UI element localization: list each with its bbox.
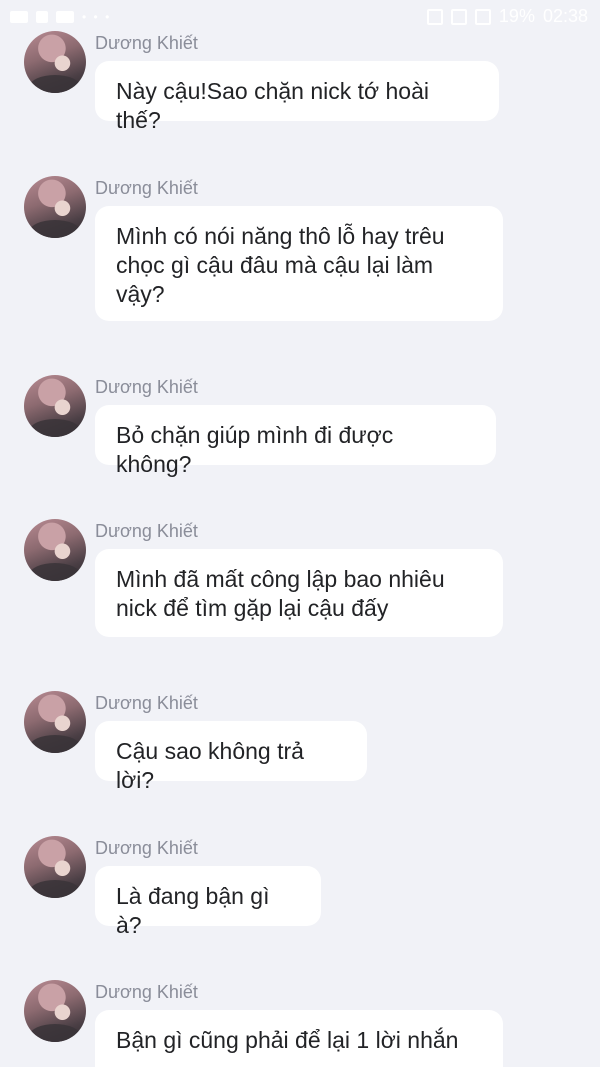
- more-notifications-dots: • • •: [82, 10, 112, 24]
- battery-level: 19%: [498, 6, 535, 26]
- sender-avatar[interactable]: [24, 519, 86, 581]
- status-right-icons: 19% 02:38: [426, 6, 588, 27]
- sender-avatar[interactable]: [24, 691, 86, 753]
- sender-avatar[interactable]: [24, 176, 86, 238]
- sender-avatar[interactable]: [24, 836, 86, 898]
- sender-avatar[interactable]: [24, 31, 86, 93]
- status-time: 02:38: [542, 6, 588, 26]
- no-signal-icon: [450, 8, 467, 25]
- message-bubble[interactable]: Này cậu!Sao chặn nick tớ hoài thế?: [95, 61, 499, 133]
- wifi-hotspot-icon: [426, 8, 443, 25]
- video-icon: [56, 11, 74, 23]
- sender-name: Dương Khiết: [95, 377, 198, 397]
- sender-name: Dương Khiết: [95, 33, 198, 53]
- chat-screen: • • • 19% 02:38 Dương Khiết Này cậu!Sao …: [0, 0, 600, 1067]
- sender-avatar[interactable]: [24, 980, 86, 1042]
- sender-avatar[interactable]: [24, 375, 86, 437]
- sender-name: Dương Khiết: [95, 838, 198, 858]
- sender-name: Dương Khiết: [95, 178, 198, 198]
- sim-icon: [474, 8, 491, 25]
- notification-icon: [10, 11, 28, 23]
- message-bubble[interactable]: Mình đã mất công lập bao nhiêu nick để t…: [95, 549, 503, 637]
- key-icon: [36, 11, 48, 23]
- message-bubble[interactable]: Mình có nói năng thô lỗ hay trêu chọc gì…: [95, 206, 503, 321]
- message-bubble[interactable]: Là đang bận gì à?: [95, 866, 321, 938]
- sender-name: Dương Khiết: [95, 521, 198, 541]
- sender-name: Dương Khiết: [95, 982, 198, 1002]
- message-bubble[interactable]: Bỏ chặn giúp mình đi được không?: [95, 405, 496, 477]
- sender-name: Dương Khiết: [95, 693, 198, 713]
- status-left-icons: • • •: [10, 10, 111, 24]
- message-bubble[interactable]: Cậu sao không trả lời?: [95, 721, 367, 793]
- message-bubble[interactable]: Bận gì cũng phải để lại 1 lời nhắn: [95, 1010, 503, 1067]
- status-bar: • • • 19% 02:38: [0, 0, 600, 34]
